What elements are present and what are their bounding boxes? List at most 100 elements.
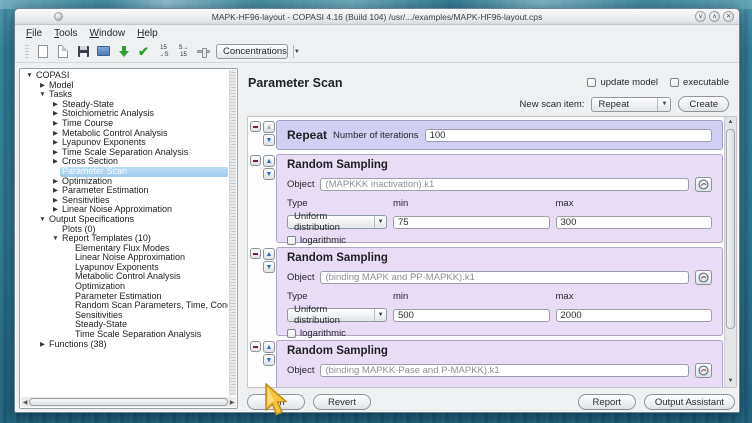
run-button[interactable]: Run xyxy=(247,394,305,410)
tree-collapsed-icon[interactable]: ▶ xyxy=(51,109,60,119)
new-scan-item-select[interactable]: Repeat ▼ xyxy=(591,97,671,112)
tree-collapsed-icon[interactable]: ▶ xyxy=(51,186,60,196)
tree-item-stoichiometric-analysis[interactable]: ▶Stoichiometric Analysis xyxy=(21,109,228,119)
select-object-button[interactable] xyxy=(695,177,712,192)
move-up-button[interactable]: ▲ xyxy=(263,121,275,133)
move-down-button[interactable]: ▼ xyxy=(263,168,275,180)
iterations-input[interactable] xyxy=(425,129,712,142)
distribution-select[interactable]: Uniform distribution▼ xyxy=(287,215,387,229)
menu-item-file[interactable]: File xyxy=(21,27,47,40)
export-icon[interactable] xyxy=(116,44,131,59)
tree-item-parameter-scan[interactable]: Parameter Scan xyxy=(21,167,228,177)
select-object-button[interactable] xyxy=(695,270,712,285)
tree-collapsed-icon[interactable]: ▶ xyxy=(51,119,60,129)
sidebar-horizontal-scrollbar[interactable]: ◀ ▶ xyxy=(21,397,236,407)
executable-checkbox[interactable]: executable xyxy=(670,77,729,88)
object-input[interactable] xyxy=(320,271,689,284)
logarithmic-checkbox[interactable]: logarithmic xyxy=(287,235,712,246)
select-object-button[interactable] xyxy=(695,363,712,378)
object-input[interactable] xyxy=(320,364,689,377)
scroll-down-icon[interactable]: ▼ xyxy=(725,376,736,387)
tree-collapsed-icon[interactable]: ▶ xyxy=(51,129,60,139)
tree-expanded-icon[interactable]: ▼ xyxy=(51,234,60,244)
sidebar-vertical-scrollbar[interactable] xyxy=(229,70,236,396)
checkbox-icon[interactable] xyxy=(587,78,596,87)
tree-collapsed-icon[interactable]: ▶ xyxy=(51,148,60,158)
triangle-down-icon: ▼ xyxy=(266,264,273,271)
move-up-button[interactable]: ▲ xyxy=(263,155,275,167)
tree-item-tasks[interactable]: ▼Tasks xyxy=(21,90,228,100)
tree-expanded-icon[interactable]: ▼ xyxy=(25,71,34,81)
tree-item-output-specifications[interactable]: ▼Output Specifications xyxy=(21,215,228,225)
menu-item-help[interactable]: Help xyxy=(132,27,163,40)
tree-collapsed-icon[interactable]: ▶ xyxy=(38,81,47,91)
tree-collapsed-icon[interactable]: ▶ xyxy=(51,100,60,110)
distribution-select[interactable]: Uniform distribution▼ xyxy=(287,308,387,322)
move-down-button[interactable]: ▼ xyxy=(263,261,275,273)
logarithmic-checkbox[interactable]: logarithmic xyxy=(287,328,712,339)
triangle-down-icon: ▼ xyxy=(266,171,273,178)
tree-collapsed-icon[interactable]: ▶ xyxy=(51,177,60,187)
tree-item-functions-38[interactable]: ▶Functions (38) xyxy=(21,340,228,350)
tree-expanded-icon[interactable]: ▼ xyxy=(38,215,47,225)
create-button[interactable]: Create xyxy=(678,96,729,112)
min-input[interactable] xyxy=(393,309,550,322)
update-model-label: update model xyxy=(600,77,658,88)
report-button[interactable]: Report xyxy=(578,394,636,410)
new-file-icon[interactable] xyxy=(36,44,51,59)
scrollbar-thumb[interactable] xyxy=(29,398,228,406)
scroll-left-icon[interactable]: ◀ xyxy=(21,399,29,406)
slider-icon[interactable] xyxy=(196,44,211,59)
units-combobox[interactable]: Concentrations ▼ xyxy=(216,44,288,59)
logarithmic-label: logarithmic xyxy=(300,328,346,339)
toolbar-grip[interactable] xyxy=(25,45,29,59)
remove-scan-item-button[interactable] xyxy=(250,248,261,259)
maximize-button[interactable]: ∧ xyxy=(709,11,720,22)
tree-expanded-icon[interactable]: ▼ xyxy=(38,90,47,100)
update-model-checkbox[interactable]: update model xyxy=(587,77,658,88)
tree-collapsed-icon[interactable]: ▶ xyxy=(51,157,60,167)
concentration-convert-icon[interactable]: S→ 15 xyxy=(176,44,191,59)
capture-image-icon[interactable] xyxy=(96,44,111,59)
move-up-button[interactable]: ▲ xyxy=(263,248,275,260)
tree-collapsed-icon[interactable]: ▶ xyxy=(38,340,47,350)
distribution-select-value: Uniform distribution xyxy=(288,211,374,233)
save-icon[interactable] xyxy=(76,44,91,59)
remove-scan-item-button[interactable] xyxy=(250,155,261,166)
titlebar[interactable]: MAPK-HF96-layout - COPASI 4.16 (Build 10… xyxy=(15,9,739,25)
menu-item-window[interactable]: Window xyxy=(84,27,130,40)
copasi-window: MAPK-HF96-layout - COPASI 4.16 (Build 10… xyxy=(14,8,740,413)
minimize-button[interactable]: ∨ xyxy=(695,11,706,22)
type-min-max-controls: Uniform distribution▼ xyxy=(287,308,712,322)
output-assistant-button[interactable]: Output Assistant xyxy=(644,394,735,410)
move-down-button[interactable]: ▼ xyxy=(263,134,275,146)
scroll-up-icon[interactable]: ▲ xyxy=(725,117,736,128)
tree-item-parameter-estimation[interactable]: ▶Parameter Estimation xyxy=(21,186,228,196)
tree-item-random-scan-parameters-time-concentrations[interactable]: Random Scan Parameters, Time, Concentrat… xyxy=(21,301,228,311)
close-button[interactable]: ✕ xyxy=(723,11,734,22)
scan-vertical-scrollbar[interactable]: ▲ ▼ xyxy=(724,117,736,387)
tree-item-time-scale-separation-analysis[interactable]: ▶Time Scale Separation Analysis xyxy=(21,148,228,158)
tree-collapsed-icon[interactable]: ▶ xyxy=(51,196,60,206)
checkbox-icon[interactable] xyxy=(670,78,679,87)
checkbox-icon[interactable] xyxy=(287,329,296,338)
menu-item-tools[interactable]: Tools xyxy=(49,27,82,40)
chevron-down-icon: ▼ xyxy=(293,45,300,58)
scroll-right-icon[interactable]: ▶ xyxy=(228,399,236,406)
scrollbar-thumb[interactable] xyxy=(726,129,735,329)
checkbox-icon[interactable] xyxy=(287,236,296,245)
particle-number-icon[interactable]: 15 →S xyxy=(156,44,171,59)
max-input[interactable] xyxy=(556,309,713,322)
revert-button[interactable]: Revert xyxy=(313,394,371,410)
object-input[interactable] xyxy=(320,178,689,191)
max-input[interactable] xyxy=(556,216,713,229)
open-file-icon[interactable] xyxy=(56,44,71,59)
min-input[interactable] xyxy=(393,216,550,229)
move-up-button[interactable]: ▲ xyxy=(263,341,275,353)
remove-scan-item-button[interactable] xyxy=(250,121,261,132)
triangle-up-icon: ▲ xyxy=(266,344,273,351)
check-model-icon[interactable]: ✔ xyxy=(136,44,151,59)
move-down-button[interactable]: ▼ xyxy=(263,354,275,366)
remove-scan-item-button[interactable] xyxy=(250,341,261,352)
tree-collapsed-icon[interactable]: ▶ xyxy=(51,138,60,148)
